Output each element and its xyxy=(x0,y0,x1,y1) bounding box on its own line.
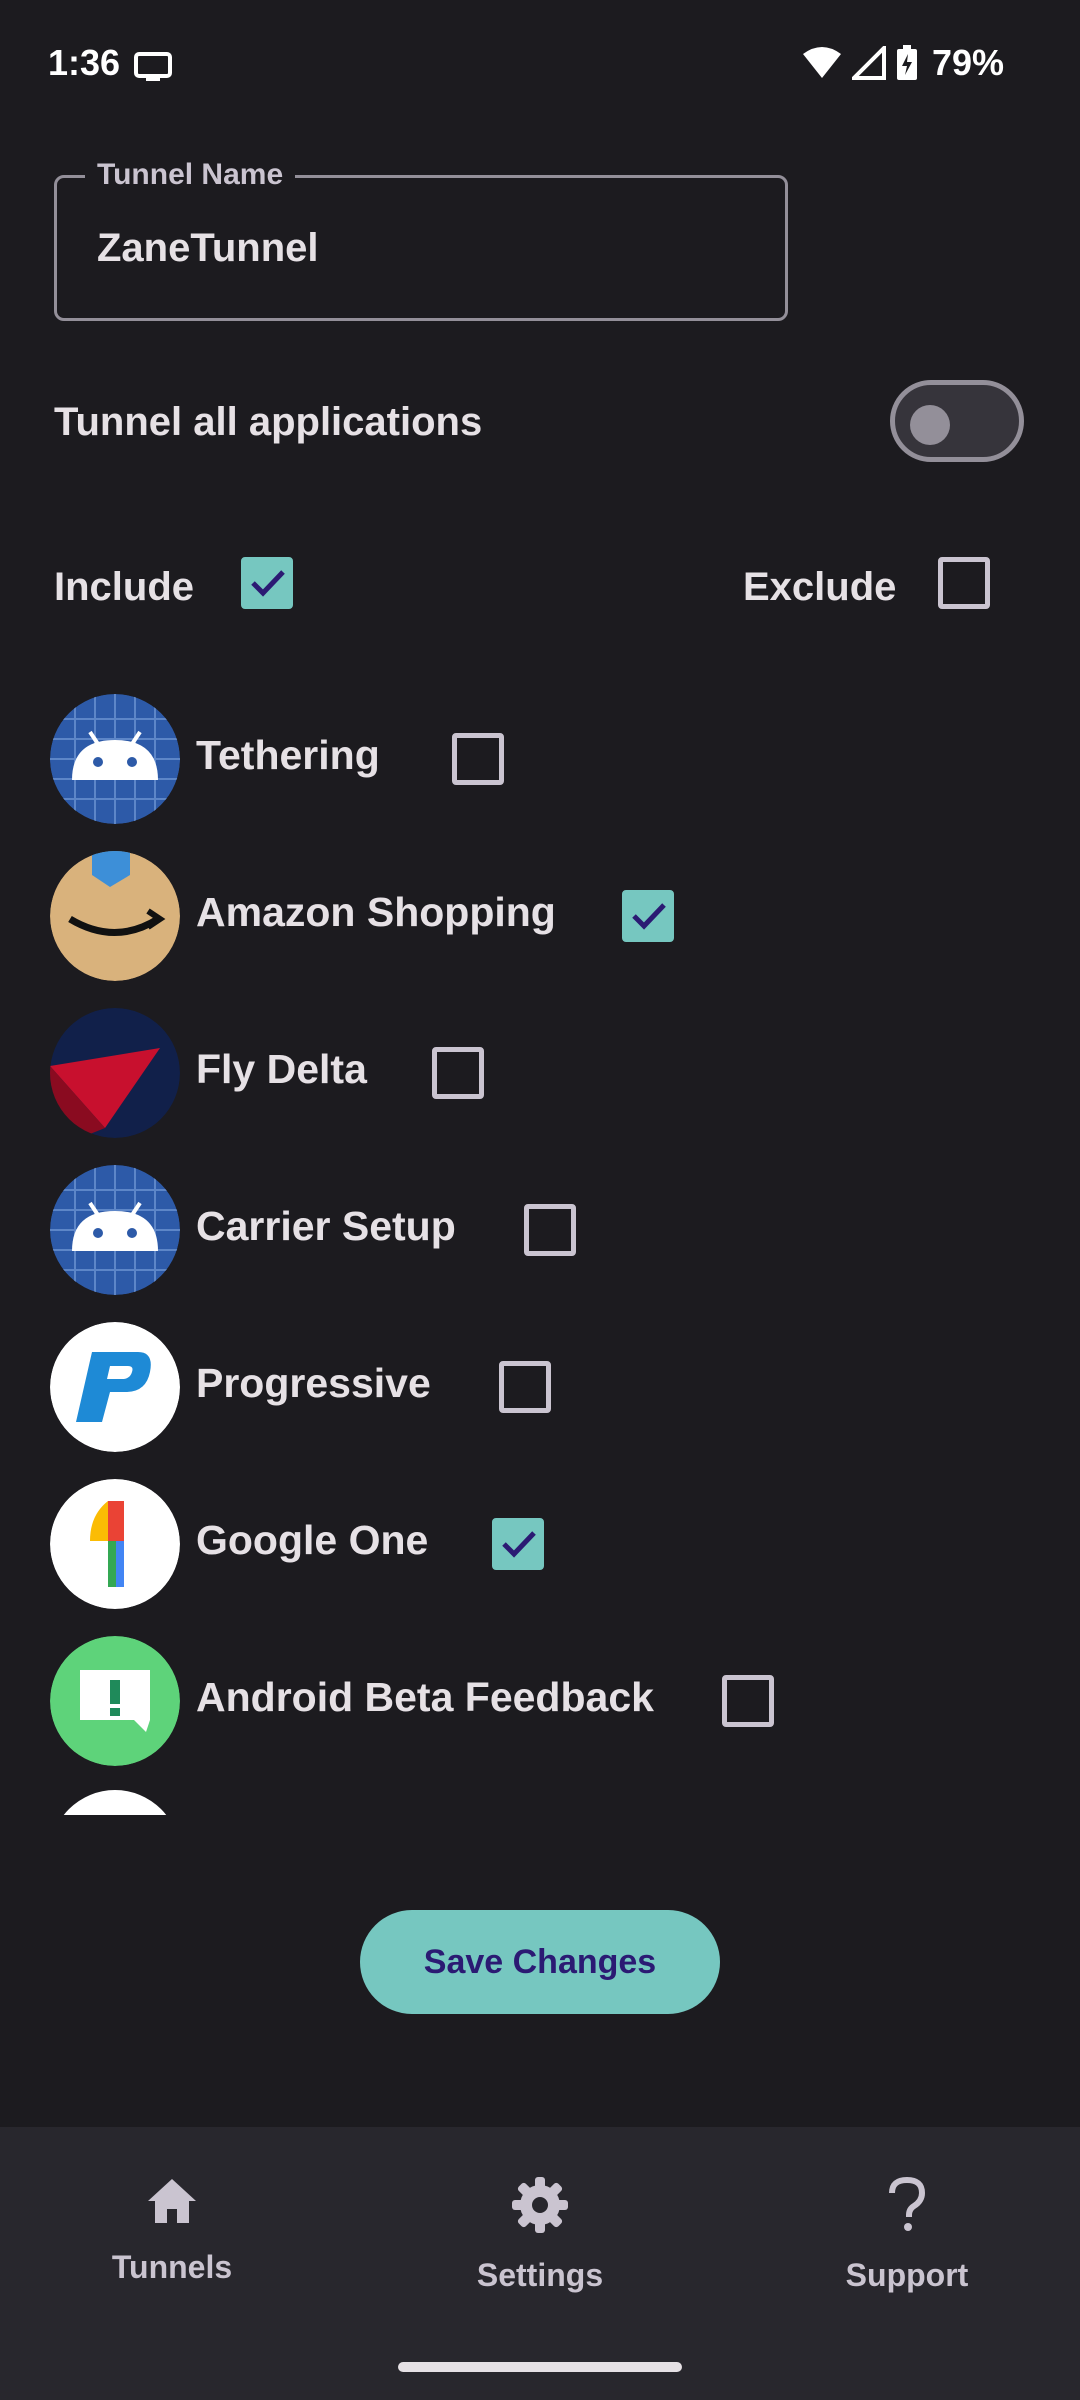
tunnel-name-input[interactable]: ZaneTunnel xyxy=(97,226,747,271)
app-name: Tethering xyxy=(196,732,380,778)
check-icon xyxy=(632,903,666,930)
question-icon xyxy=(889,2177,926,2231)
progressive-icon xyxy=(50,1322,180,1452)
check-icon xyxy=(251,570,285,597)
app-row-amazon-shopping[interactable]: Amazon Shopping xyxy=(0,837,1080,994)
tunnel-all-label: Tunnel all applications xyxy=(54,400,483,444)
app-checkbox[interactable] xyxy=(432,1047,484,1099)
nav-label: Settings xyxy=(476,2257,604,2293)
app-icon-partial xyxy=(50,1790,180,1815)
exclude-checkbox[interactable] xyxy=(938,557,990,609)
app-checkbox[interactable] xyxy=(492,1518,544,1570)
tunnel-all-toggle[interactable] xyxy=(890,380,1024,462)
nav-label: Tunnels xyxy=(111,2249,233,2285)
nav-item-settings[interactable]: Settings xyxy=(420,2177,660,2337)
app-checkbox[interactable] xyxy=(622,890,674,942)
app-list[interactable]: Tethering Amazon Shopping Fly Delta Carr… xyxy=(0,680,1080,1815)
bottom-nav: Tunnels Settings Support xyxy=(0,2127,1080,2400)
nav-item-support[interactable]: Support xyxy=(787,2177,1027,2337)
app-row-progressive[interactable]: Progressive xyxy=(0,1308,1080,1465)
app-name: Fly Delta xyxy=(196,1046,367,1092)
app-name: Google One xyxy=(196,1517,429,1563)
toggle-knob xyxy=(910,405,950,445)
delta-icon xyxy=(50,1008,180,1138)
app-name: Amazon Shopping xyxy=(196,889,556,935)
wifi-icon xyxy=(802,47,841,78)
home-indicator[interactable] xyxy=(398,2362,682,2372)
app-checkbox[interactable] xyxy=(452,733,504,785)
android-icon xyxy=(50,1165,180,1295)
app-name: Progressive xyxy=(196,1360,431,1406)
status-icons: 79% xyxy=(802,42,1004,84)
include-checkbox[interactable] xyxy=(241,557,293,609)
app-row-fly-delta[interactable]: Fly Delta xyxy=(0,994,1080,1151)
exclude-label: Exclude xyxy=(743,565,897,609)
tunnel-name-field[interactable]: Tunnel Name ZaneTunnel xyxy=(54,158,788,321)
save-changes-button[interactable]: Save Changes xyxy=(360,1910,720,2014)
app-row-tethering[interactable]: Tethering xyxy=(0,680,1080,837)
app-checkbox[interactable] xyxy=(499,1361,551,1413)
check-icon xyxy=(502,1531,536,1558)
gear-icon xyxy=(512,2177,568,2233)
home-icon xyxy=(148,2179,196,2223)
screen-cast-icon xyxy=(134,52,172,81)
app-name: Android Beta Feedback xyxy=(196,1674,654,1720)
status-time: 1:36 xyxy=(48,42,121,83)
app-checkbox[interactable] xyxy=(524,1204,576,1256)
nav-item-tunnels[interactable]: Tunnels xyxy=(52,2177,292,2337)
app-checkbox[interactable] xyxy=(722,1675,774,1727)
android-icon xyxy=(50,694,180,824)
app-row-google-one[interactable]: Google One xyxy=(0,1465,1080,1622)
tunnel-name-label: Tunnel Name xyxy=(85,158,296,192)
app-row-android-beta-feedback[interactable]: Android Beta Feedback xyxy=(0,1622,1080,1779)
battery-icon xyxy=(896,45,917,80)
feedback-icon xyxy=(50,1636,180,1766)
nav-label: Support xyxy=(845,2257,969,2293)
app-name: Carrier Setup xyxy=(196,1203,456,1249)
cell-signal-icon xyxy=(851,46,886,80)
google-one-icon xyxy=(50,1479,180,1609)
amazon-icon xyxy=(50,851,180,981)
battery-percent: 79% xyxy=(931,42,1004,83)
app-row-carrier-setup[interactable]: Carrier Setup xyxy=(0,1151,1080,1308)
status-bar: 1:36 79% xyxy=(0,0,1080,130)
include-label: Include xyxy=(54,565,195,609)
